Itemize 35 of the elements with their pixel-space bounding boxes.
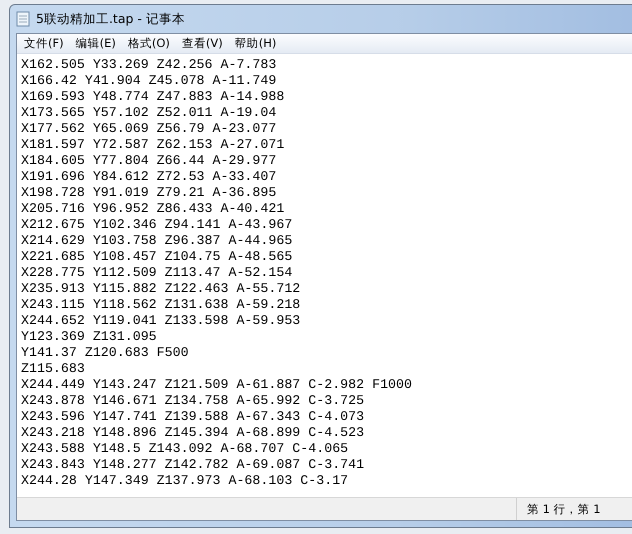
code-line: X198.728 Y91.019 Z79.21 A-36.895 bbox=[21, 185, 276, 200]
code-line: X162.505 Y33.269 Z42.256 A-7.783 bbox=[21, 57, 276, 72]
menu-item[interactable]: 查看(V) bbox=[176, 36, 228, 51]
code-line: X191.696 Y84.612 Z72.53 A-33.407 bbox=[21, 169, 276, 184]
window-title: 5联动精加工.tap - 记事本 bbox=[36, 10, 185, 28]
code-line: X243.878 Y146.671 Z134.758 A-65.992 C-3.725 bbox=[21, 393, 364, 408]
code-line: X166.42 Y41.904 Z45.078 A-11.749 bbox=[21, 73, 276, 88]
code-line: X243.218 Y148.896 Z145.394 A-68.899 C-4.523 bbox=[21, 425, 364, 440]
code-line: X181.597 Y72.587 Z62.153 A-27.071 bbox=[21, 137, 284, 152]
code-line: X212.675 Y102.346 Z94.141 A-43.967 bbox=[21, 217, 292, 232]
code-line: Y123.369 Z131.095 bbox=[21, 329, 157, 344]
code-line: Z115.683 bbox=[21, 361, 85, 376]
code-line: X243.115 Y118.562 Z131.638 A-59.218 bbox=[21, 297, 300, 312]
code-line: X177.562 Y65.069 Z56.79 A-23.077 bbox=[21, 121, 276, 136]
code-line: X244.652 Y119.041 Z133.598 A-59.953 bbox=[21, 313, 300, 328]
code-line: X244.28 Y147.349 Z137.973 A-68.103 C-3.17 bbox=[21, 473, 348, 488]
code-line: X184.605 Y77.804 Z66.44 A-29.977 bbox=[21, 153, 276, 168]
code-line: X243.596 Y147.741 Z139.588 A-67.343 C-4.073 bbox=[21, 409, 364, 424]
cursor-position: 第 1 行，第 1 bbox=[516, 498, 632, 520]
code-line: X235.913 Y115.882 Z122.463 A-55.712 bbox=[21, 281, 300, 296]
code-line: X221.685 Y108.457 Z104.75 A-48.565 bbox=[21, 249, 292, 264]
code-line: X169.593 Y48.774 Z47.883 A-14.988 bbox=[21, 89, 284, 104]
code-line: X243.843 Y148.277 Z142.782 A-69.087 C-3.741 bbox=[21, 457, 364, 472]
code-line: X205.716 Y96.952 Z86.433 A-40.421 bbox=[21, 201, 284, 216]
menu-item[interactable]: 编辑(E) bbox=[70, 36, 121, 51]
code-line: X214.629 Y103.758 Z96.387 A-44.965 bbox=[21, 233, 292, 248]
code-line: X228.775 Y112.509 Z113.47 A-52.154 bbox=[21, 265, 292, 280]
menu-item[interactable]: 格式(O) bbox=[122, 36, 175, 51]
menu-item[interactable]: 帮助(H) bbox=[230, 36, 282, 51]
code-line: X173.565 Y57.102 Z52.011 A-19.04 bbox=[21, 105, 276, 120]
notepad-icon bbox=[16, 11, 30, 27]
code-line: X243.588 Y148.5 Z143.092 A-68.707 C-4.065 bbox=[21, 441, 348, 456]
menu-item[interactable]: 文件(F) bbox=[19, 36, 69, 51]
code-line: X244.449 Y143.247 Z121.509 A-61.887 C-2.982 F1000 bbox=[21, 377, 412, 392]
code-line: Y141.37 Z120.683 F500 bbox=[21, 345, 189, 360]
